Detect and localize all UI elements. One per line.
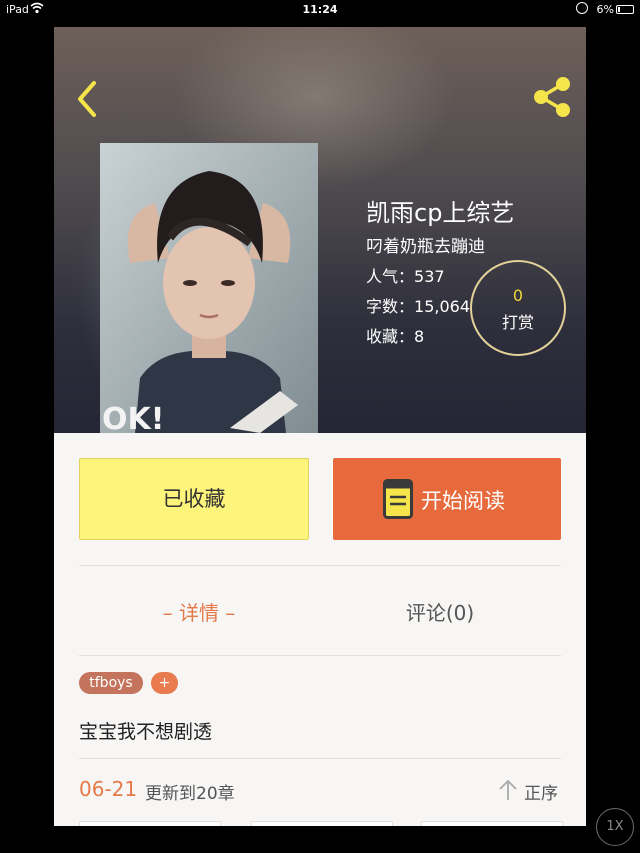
sort-order-label: 正序	[524, 784, 558, 804]
chapter-card[interactable]	[251, 821, 393, 826]
divider	[79, 758, 561, 759]
battery-percent: 6%	[596, 3, 614, 16]
word-count-stat: 字数：15,064	[366, 293, 470, 317]
update-date: 06-21	[79, 777, 138, 801]
popularity-label: 人气：	[366, 267, 415, 286]
popularity-value: 537	[414, 267, 445, 286]
add-tag-button[interactable]: +	[151, 672, 178, 694]
book-header: OK! 凯雨cp上综艺 叼着奶瓶去蹦迪 人气：537 字数：15,064 收藏：…	[54, 27, 586, 433]
sort-order-button[interactable]: 正序	[498, 777, 562, 804]
tab-comments[interactable]: 评论(0)	[319, 597, 561, 626]
tab-detail[interactable]: – 详情 –	[79, 597, 319, 626]
zoom-toggle-button[interactable]: 1X	[596, 808, 634, 846]
favorites-value: 8	[414, 327, 425, 346]
tip-label: 打赏	[501, 313, 534, 332]
chapter-card[interactable]	[421, 821, 563, 826]
book-description: 宝宝我不想剧透	[79, 721, 213, 743]
divider	[79, 565, 561, 566]
book-title: 凯雨cp上综艺	[366, 199, 515, 227]
chapter-card[interactable]	[79, 821, 221, 826]
rotation-lock-icon	[576, 2, 588, 14]
word-count-value: 15,064	[414, 297, 470, 316]
update-chapter-text: 更新到20章	[145, 784, 235, 804]
clock: 11:24	[302, 3, 338, 16]
tag-tfboys[interactable]: tfboys	[79, 672, 143, 694]
back-chevron-icon[interactable]	[70, 79, 106, 119]
svg-text:OK!: OK!	[102, 402, 164, 433]
start-reading-label: 开始阅读	[421, 489, 505, 513]
book-icon	[383, 479, 413, 519]
start-reading-button[interactable]: 开始阅读	[333, 458, 561, 540]
popularity-stat: 人气：537	[366, 263, 445, 287]
word-count-label: 字数：	[366, 297, 415, 316]
status-bar: iPad 11:24 6%	[0, 0, 640, 20]
tip-button[interactable]: 0 打赏	[470, 260, 566, 356]
book-cover-image: OK!	[100, 143, 318, 433]
arrow-up-icon	[499, 779, 517, 800]
share-icon[interactable]	[530, 75, 574, 119]
divider	[79, 655, 561, 656]
book-detail-screen: OK! 凯雨cp上综艺 叼着奶瓶去蹦迪 人气：537 字数：15,064 收藏：…	[54, 27, 586, 826]
favorited-button[interactable]: 已收藏	[79, 458, 309, 540]
tip-count: 0	[512, 286, 524, 305]
favorites-stat: 收藏：8	[366, 323, 424, 347]
battery-icon	[616, 5, 634, 14]
favorites-label: 收藏：	[366, 327, 415, 346]
book-author: 叼着奶瓶去蹦迪	[366, 237, 485, 257]
